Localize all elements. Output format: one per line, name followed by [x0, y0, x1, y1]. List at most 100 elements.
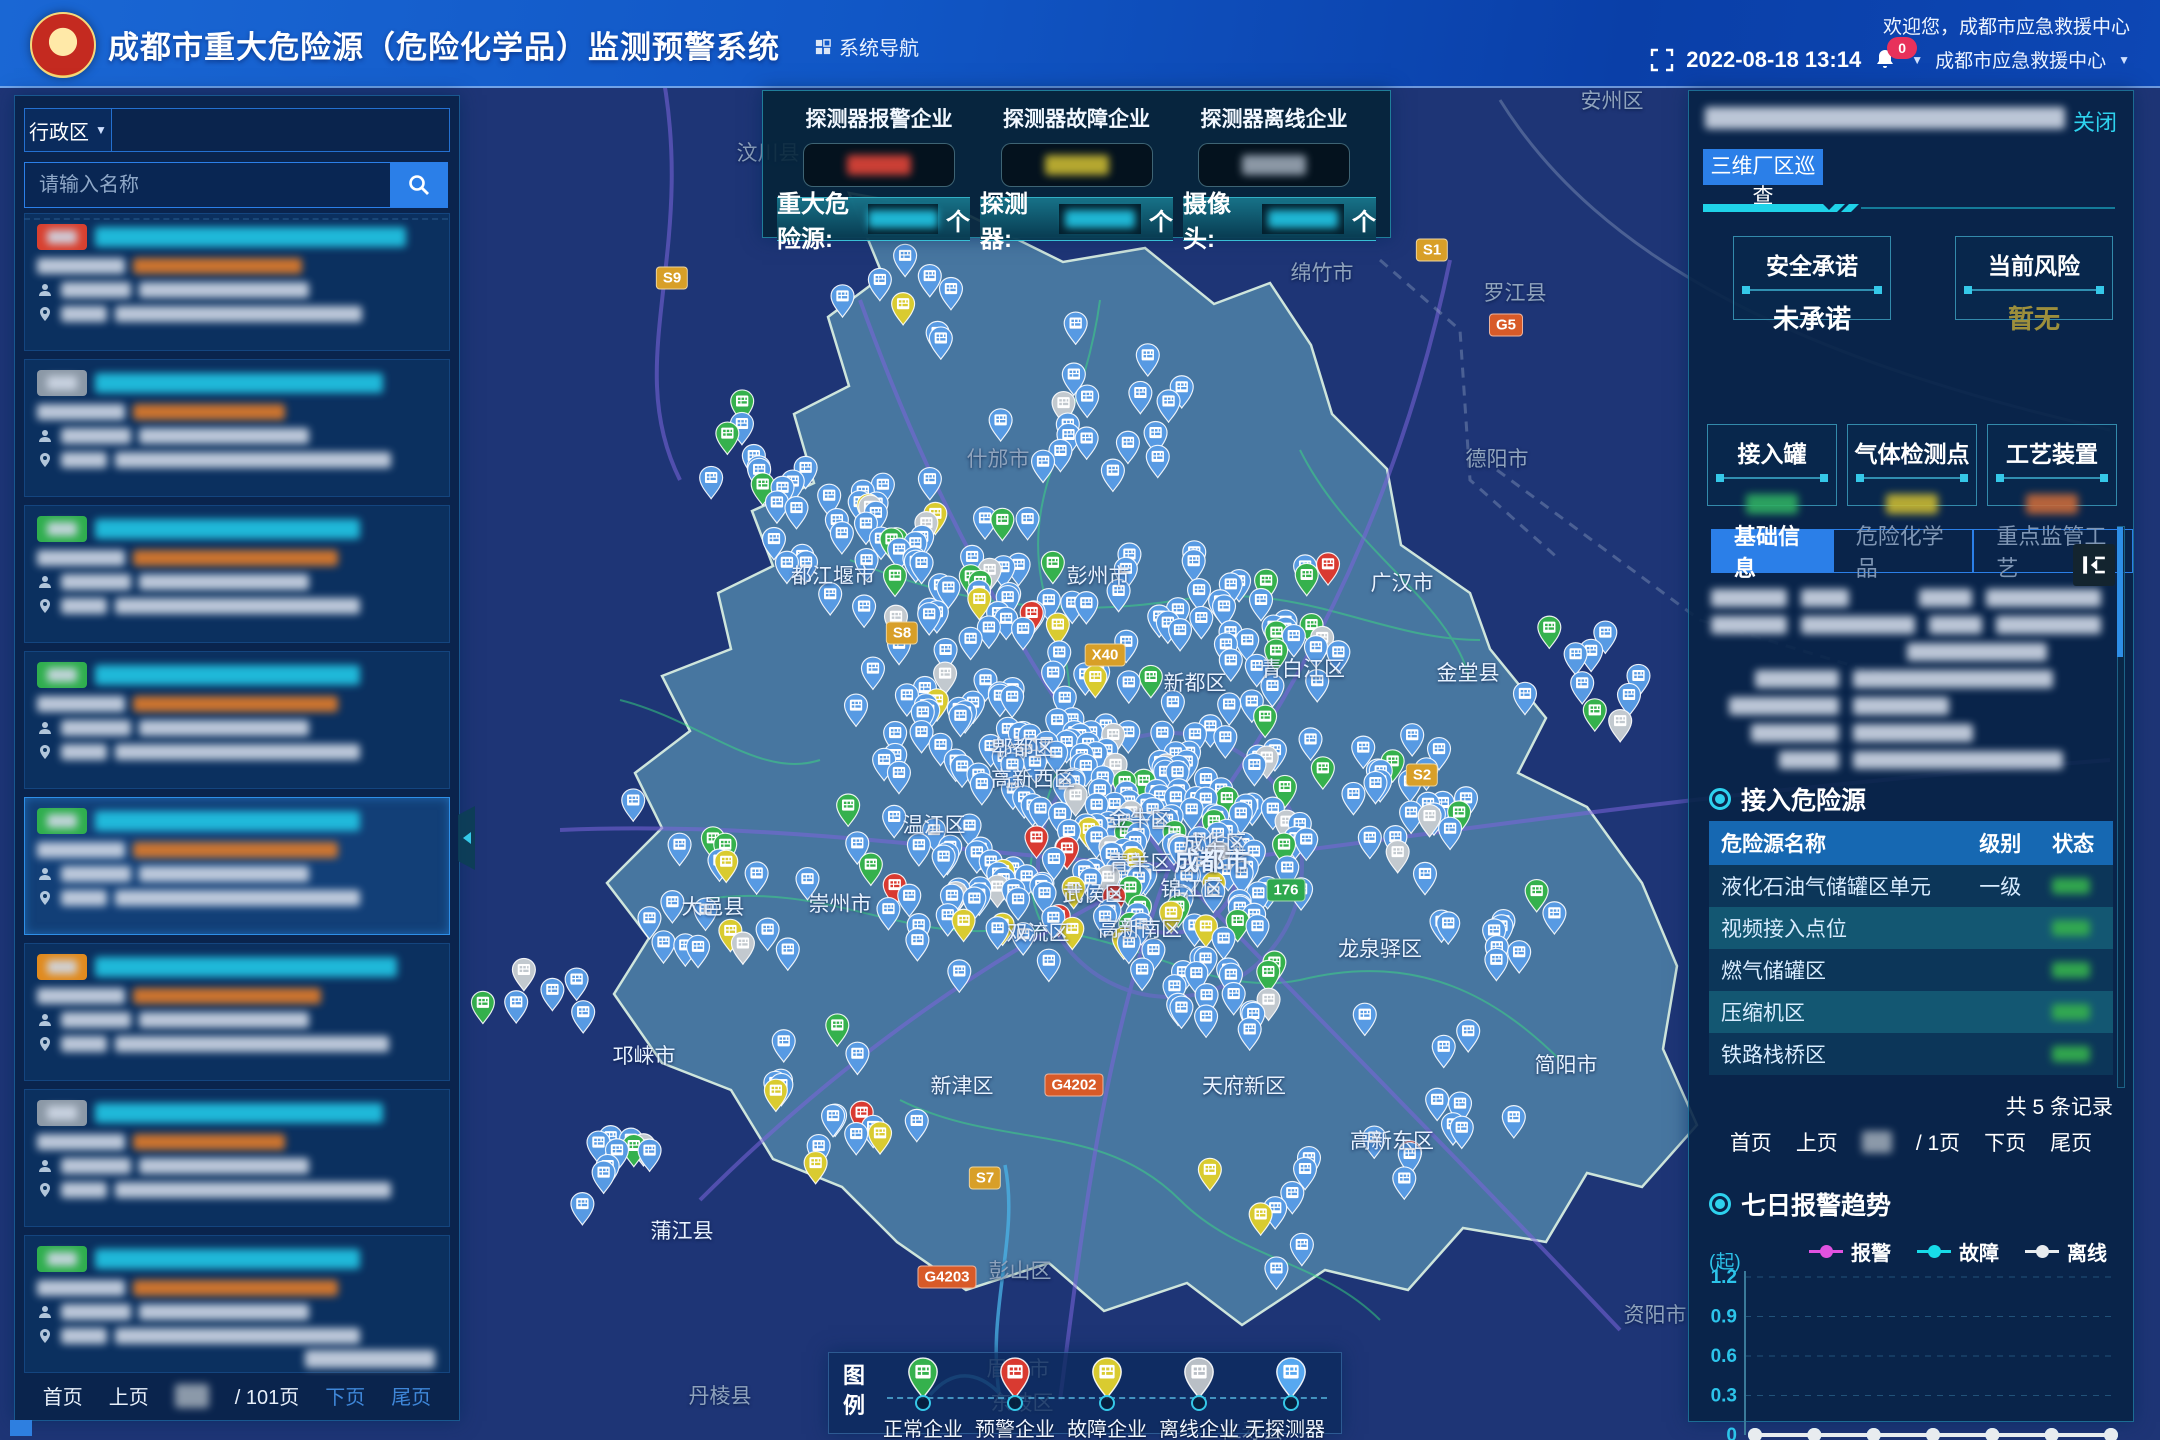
table-row[interactable]: 视频接入点位 [1709, 907, 2113, 949]
company-list [24, 213, 450, 1381]
map-marker[interactable] [565, 968, 588, 1000]
search-button[interactable] [390, 162, 448, 208]
blurred-digits [1065, 210, 1135, 228]
hazard-status-cell [2040, 865, 2113, 907]
safety-promise-label: 安全承诺 [1734, 247, 1890, 281]
detail-pagination: 首页 上页 / 1页 下页 尾页 [1689, 1127, 2133, 1157]
chevron-left-icon [463, 832, 471, 844]
section-bullet-icon [1709, 1193, 1731, 1215]
location-icon [37, 1182, 53, 1198]
person-icon [37, 428, 53, 444]
detail-scrollbar[interactable] [2117, 526, 2125, 1088]
hazard-level-cell [1967, 991, 2040, 1033]
status-tag [37, 1246, 87, 1272]
counter-value-blurred [868, 204, 938, 234]
search-input[interactable] [24, 162, 390, 208]
fullscreen-icon[interactable] [1650, 48, 1674, 72]
map-marker[interactable] [700, 466, 723, 498]
detector-stat-card: 探测器报警企业 [789, 103, 969, 187]
system-nav-button[interactable]: 系统导航 [815, 32, 919, 61]
scrollbar-thumb[interactable] [2117, 527, 2123, 657]
map-marker[interactable] [571, 1193, 594, 1225]
data-point [1867, 1428, 1881, 1440]
hazard-table: 危险源名称级别状态 液化石油气储罐区单元一级视频接入点位燃气储罐区压缩机区铁路栈… [1709, 821, 2113, 1075]
company-card[interactable] [24, 797, 450, 935]
table-header: 危险源名称 [1709, 821, 1967, 865]
resource-value-blurred [1988, 487, 2116, 518]
status-tag [37, 1100, 87, 1126]
map-marker[interactable] [512, 958, 535, 990]
company-card[interactable] [24, 213, 450, 351]
tab-基础信息[interactable]: 基础信息 [1711, 529, 1833, 573]
company-name-blurred [95, 1249, 360, 1269]
map-marker[interactable] [505, 991, 528, 1023]
company-card[interactable] [24, 359, 450, 497]
basic-info-blurred [1711, 589, 2101, 778]
company-card[interactable] [24, 651, 450, 789]
map-marker[interactable] [1583, 699, 1606, 731]
map-place-label: 简阳市 [1535, 1049, 1598, 1079]
org-selector[interactable]: 成都市应急救援中心 [1935, 46, 2106, 73]
page-first[interactable]: 首页 [1730, 1127, 1772, 1157]
district-filter-dropdown[interactable]: 行政区 ▼ [25, 109, 112, 151]
map-marker[interactable] [716, 422, 739, 454]
company-card[interactable] [24, 943, 450, 1081]
map-marker[interactable] [1609, 710, 1632, 742]
stat-label: 探测器离线企业 [1184, 103, 1364, 133]
chevron-down-icon[interactable]: ▼ [2118, 53, 2130, 67]
table-row[interactable]: 铁路栈桥区 [1709, 1033, 2113, 1075]
sidebar-collapse-button[interactable] [458, 806, 475, 870]
table-row[interactable]: 压缩机区 [1709, 991, 2113, 1033]
data-point [1807, 1428, 1821, 1440]
map-marker[interactable] [541, 978, 564, 1010]
page-next[interactable]: 下页 [1984, 1127, 2026, 1157]
map-marker[interactable] [1538, 616, 1561, 648]
notification-bell[interactable]: 0 [1873, 47, 1899, 73]
page-last[interactable]: 尾页 [2050, 1127, 2092, 1157]
page-number-blurred[interactable] [175, 1384, 209, 1408]
safety-promise-value: 未承诺 [1734, 299, 1890, 336]
page-total: / 101页 [235, 1381, 299, 1410]
page-last[interactable]: 尾页 [391, 1381, 431, 1410]
map-marker[interactable] [592, 1161, 615, 1193]
page-number-blurred[interactable] [1862, 1131, 1892, 1153]
legend-title: 图例 [843, 1361, 869, 1421]
company-card[interactable] [24, 1089, 450, 1227]
page-prev[interactable]: 上页 [1796, 1127, 1838, 1157]
map-place-label: 天府新区 [1202, 1070, 1286, 1100]
road-badge: G4203 [917, 1266, 976, 1289]
app-logo [30, 12, 96, 78]
map-marker[interactable] [572, 1001, 595, 1033]
status-tag [37, 370, 87, 396]
map-marker[interactable] [638, 1139, 661, 1171]
map-marker[interactable] [622, 789, 645, 821]
y-tick-label: 0.3 [1711, 1386, 1737, 1407]
blurred-digits [1268, 210, 1338, 228]
road-badge: G5 [1489, 314, 1523, 337]
page-first[interactable]: 首页 [43, 1381, 83, 1410]
legend-node [1191, 1395, 1207, 1411]
company-card[interactable] [24, 505, 450, 643]
plant-3d-tour-button[interactable]: 三维厂区巡查 [1703, 149, 1823, 185]
map-place-label: 都江堰市 [791, 560, 875, 590]
map-marker[interactable] [471, 991, 494, 1023]
map-control-fragment[interactable] [10, 1420, 32, 1436]
map-place-label: 广汉市 [1371, 567, 1434, 597]
table-row[interactable]: 燃气储罐区 [1709, 949, 2113, 991]
person-icon [37, 574, 53, 590]
page-prev[interactable]: 上页 [109, 1381, 149, 1410]
panel-expand-button[interactable] [2073, 544, 2115, 586]
legend-item: 正常企业 [877, 1357, 969, 1440]
map-place-label: 新都区 [1164, 667, 1227, 697]
page-next[interactable]: 下页 [325, 1381, 365, 1410]
collapse-right-icon [2081, 552, 2107, 578]
status-tag [37, 954, 87, 980]
district-filter-value[interactable] [112, 109, 449, 151]
company-name-blurred [95, 227, 406, 247]
close-button[interactable]: 关闭 [2073, 105, 2117, 137]
table-row[interactable]: 液化石油气储罐区单元一级 [1709, 865, 2113, 907]
road-badge: 176 [1266, 879, 1305, 902]
map-marker[interactable] [1564, 643, 1587, 675]
legend-label: 离线企业 [1159, 1413, 1239, 1440]
tab-危险化学品[interactable]: 危险化学品 [1833, 529, 1974, 573]
